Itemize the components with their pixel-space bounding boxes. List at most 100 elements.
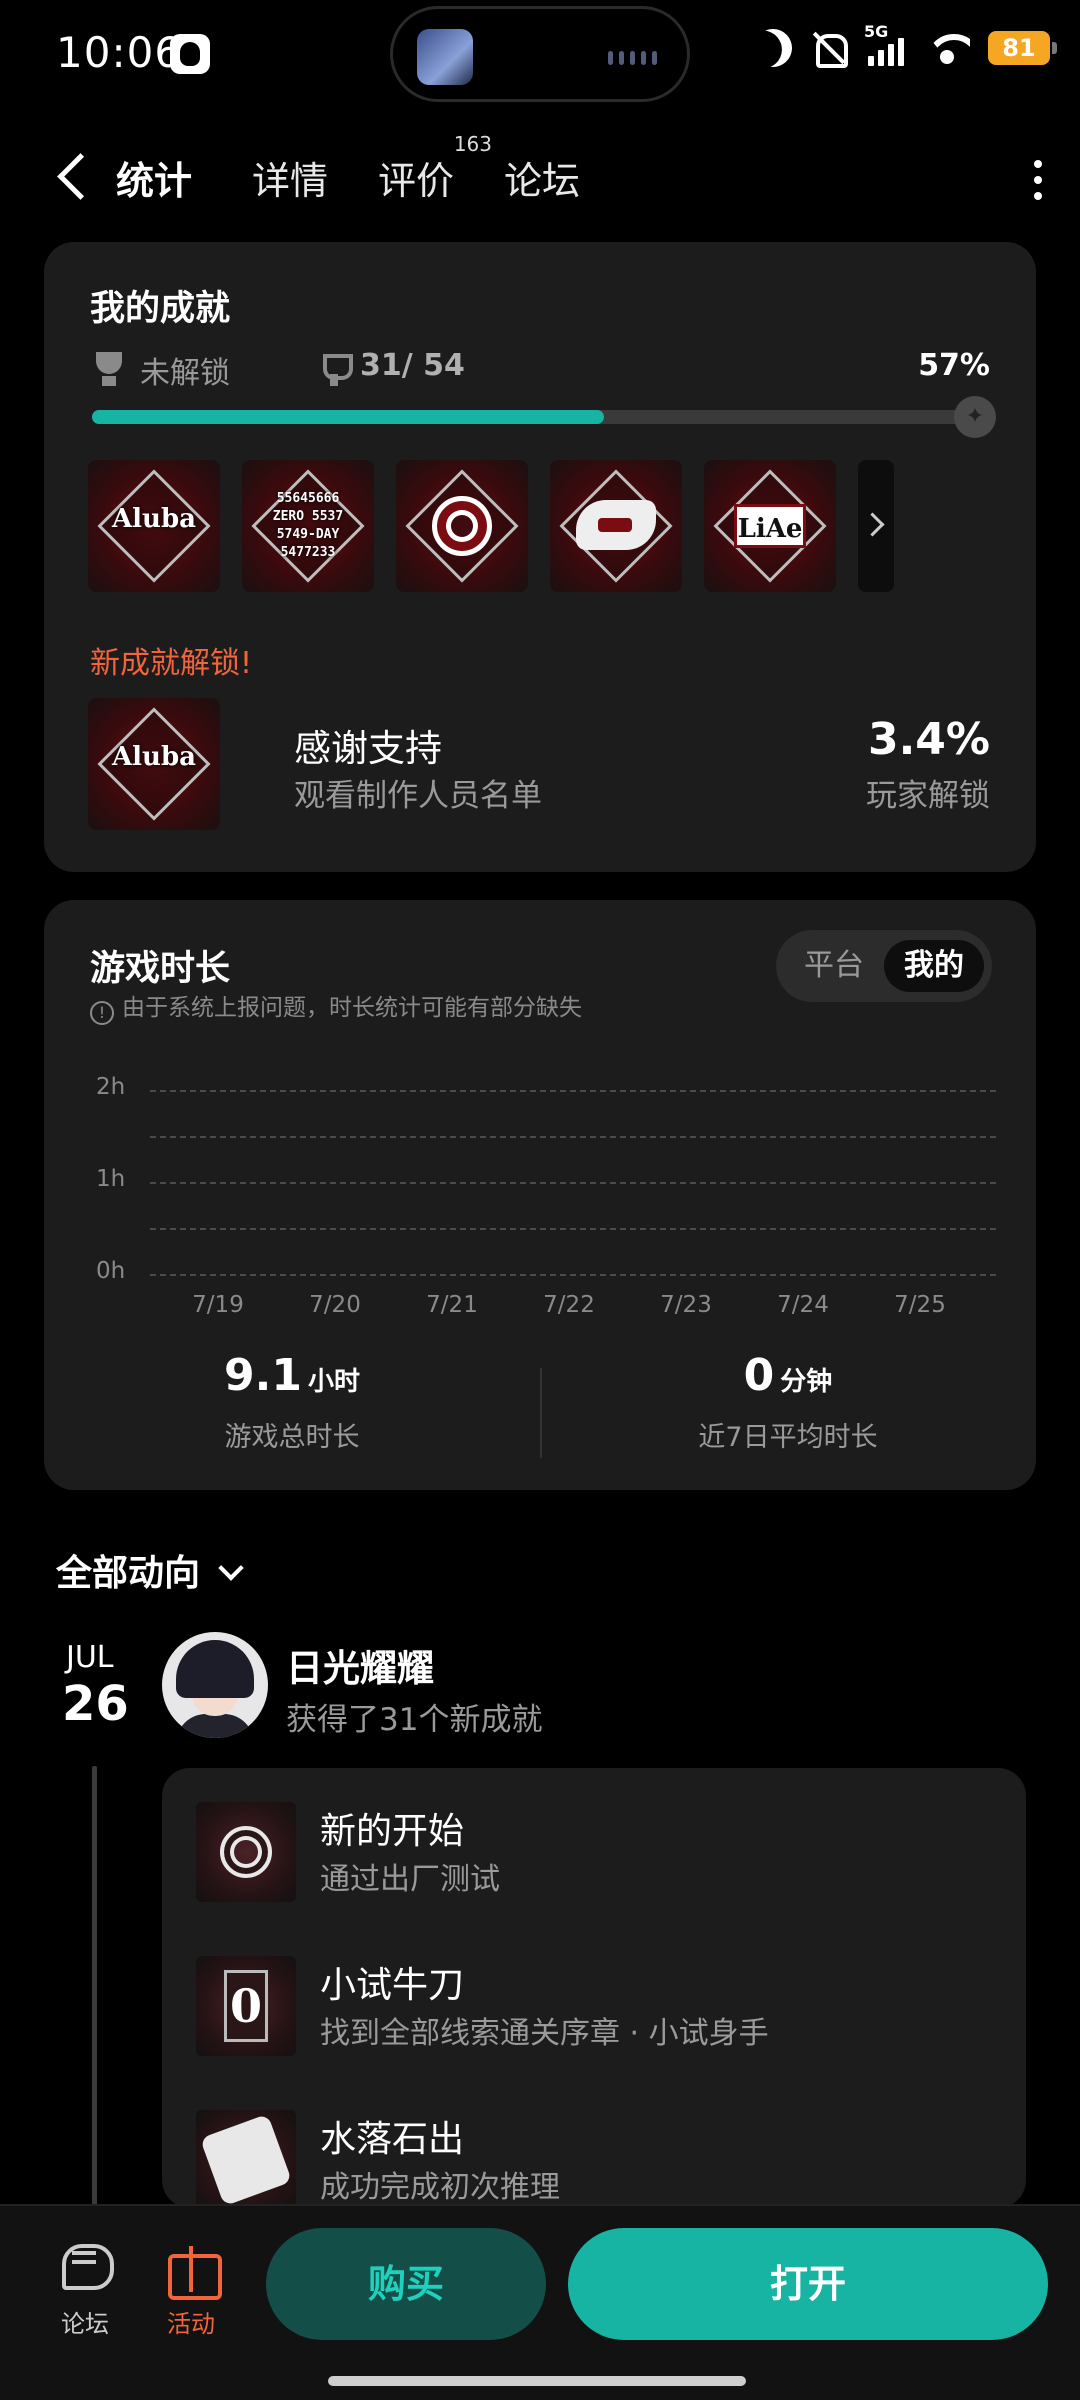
achievements-title: 我的成就 (90, 289, 231, 329)
zero-badge-icon: 0 (196, 1956, 296, 2056)
y-tick-label: 1h (96, 1166, 126, 1192)
tab-details[interactable]: 详情 (252, 150, 328, 205)
badge-text: Aluba (112, 504, 196, 534)
avatar[interactable] (162, 1632, 268, 1738)
achievements-card[interactable]: 我的成就 未解锁 31/ 54 57% ✦ Aluba 55645666 ZER… (44, 242, 1036, 872)
data-notice: ! 由于系统上报问题，时长统计可能有部分缺失 (90, 988, 582, 1025)
feed-username[interactable]: 日光耀耀 (286, 1638, 434, 1692)
grid-line (150, 1182, 996, 1184)
event-label: 活动 (167, 2310, 215, 2338)
tab-stats[interactable]: 统计 (113, 150, 231, 211)
badge-zero[interactable]: 55645666 ZERO 5537 5749-DAY 5477233 (242, 460, 374, 592)
sparkle-icon: ✦ (954, 396, 996, 438)
grid-line (150, 1274, 996, 1276)
total-value: 9.1 (224, 1350, 302, 1401)
new-unlock-label: 新成就解锁! (90, 646, 253, 681)
puzzle-badge-icon (196, 2110, 296, 2208)
feed-achievement-list[interactable]: 新的开始 通过出厂测试 0 小试牛刀 找到全部线索通关序章 · 小试身手 水落石… (162, 1768, 1026, 2208)
feed-month: JUL (66, 1640, 114, 1675)
achievement-count: 31/ 54 (360, 348, 465, 383)
recent-achievement[interactable]: Aluba 感谢支持 观看制作人员名单 3.4% 玩家解锁 (88, 698, 990, 830)
chevron-down-icon (218, 1555, 244, 1581)
media-thumbnail (417, 29, 473, 85)
item-desc: 成功完成初次推理 (320, 2170, 560, 2205)
top-navigation: 统计 详情 评价 163 论坛 (0, 130, 1080, 230)
gift-icon (162, 2240, 222, 2300)
tab-reviews[interactable]: 评价 163 (378, 132, 492, 205)
x-tick-label: 7/22 (543, 1292, 595, 1318)
feed-day: 26 (62, 1676, 129, 1732)
feed-action: 获得了31个新成就 (286, 1702, 543, 1738)
item-title: 水落石出 (320, 2119, 465, 2160)
buy-button[interactable]: 购买 (266, 2228, 546, 2340)
total-label: 游戏总时长 (224, 1422, 360, 1453)
segment-platform[interactable]: 平台 (784, 940, 884, 992)
status-bar: 10:06 5G 81 (0, 0, 1080, 110)
badge-target[interactable] (396, 460, 528, 592)
x-tick-label: 7/25 (894, 1292, 946, 1318)
battery-indicator: 81 (988, 31, 1057, 65)
achievement-summary: 未解锁 31/ 54 57% (90, 348, 990, 392)
chat-bubble-icon (56, 2240, 114, 2294)
trophy-icon (90, 352, 128, 390)
mute-bell-icon (810, 30, 848, 68)
grid-line (150, 1136, 996, 1138)
unlock-rate-label: 玩家解锁 (866, 778, 990, 814)
progress-fill (92, 410, 604, 424)
item-desc: 找到全部线索通关序章 · 小试身手 (320, 2016, 769, 2051)
qq-notification-icon (170, 34, 210, 74)
average-value: 0 (743, 1350, 775, 1401)
total-unit: 小时 (307, 1367, 360, 1397)
tab-forum[interactable]: 论坛 (504, 150, 580, 205)
item-desc: 通过出厂测试 (320, 1862, 500, 1897)
badge-hand[interactable] (550, 460, 682, 592)
event-button[interactable]: 活动 (146, 2240, 236, 2339)
item-title: 新的开始 (320, 1811, 465, 1852)
grid-line (150, 1090, 996, 1092)
home-indicator[interactable] (328, 2376, 746, 2386)
tab-label: 详情 (252, 159, 329, 203)
x-tick-label: 7/19 (192, 1292, 244, 1318)
total-playtime: 9.1 小时 游戏总时长 (44, 1350, 540, 1454)
cellular-signal-icon: 5G (864, 22, 908, 68)
tab-label: 评价 (378, 159, 455, 203)
list-item[interactable]: 新的开始 通过出厂测试 (196, 1802, 996, 1902)
badge-liae[interactable]: LiAe (704, 460, 836, 592)
achievement-percent: 57% (918, 348, 990, 383)
notice-text: 由于系统上报问题，时长统计可能有部分缺失 (122, 995, 582, 1021)
badge-text: LiAe (734, 504, 806, 548)
list-item[interactable]: 水落石出 成功完成初次推理 (196, 2110, 996, 2208)
segment-mine[interactable]: 我的 (884, 940, 984, 992)
bottom-action-bar: 论坛 活动 购买 打开 (0, 2204, 1080, 2400)
grid-line (150, 1228, 996, 1230)
playtime-card: 游戏时长 平台 我的 ! 由于系统上报问题，时长统计可能有部分缺失 2h 1h 0… (44, 900, 1036, 1490)
achievement-progress-bar: ✦ (92, 396, 996, 438)
tab-label: 论坛 (504, 159, 581, 203)
list-item[interactable]: 0 小试牛刀 找到全部线索通关序章 · 小试身手 (196, 1956, 996, 2056)
cup-icon (320, 354, 353, 388)
forum-button[interactable]: 论坛 (40, 2240, 130, 2339)
do-not-disturb-icon (749, 24, 798, 73)
item-title: 小试牛刀 (320, 1965, 465, 2006)
y-tick-label: 0h (96, 1258, 126, 1284)
wifi-icon (926, 30, 970, 66)
x-tick-label: 7/24 (777, 1292, 829, 1318)
review-count-badge: 163 (453, 132, 493, 156)
achievement-name: 感谢支持 (294, 727, 442, 770)
chevron-right-icon[interactable] (858, 460, 894, 592)
badge-aluba[interactable]: Aluba (88, 460, 220, 592)
badge-text: 55645666 ZERO 5537 5749-DAY 5477233 (272, 491, 344, 560)
timeline-line (92, 1766, 97, 2206)
unlock-rate: 3.4% (867, 714, 990, 765)
dynamic-island[interactable] (390, 6, 690, 102)
average-unit: 分钟 (780, 1367, 833, 1397)
back-arrow-icon[interactable] (50, 150, 90, 210)
open-button[interactable]: 打开 (568, 2228, 1048, 2340)
playtime-segment-control[interactable]: 平台 我的 (776, 930, 992, 1002)
more-options-icon[interactable] (1034, 160, 1044, 200)
audio-wave-icon (608, 51, 657, 65)
badge-strip[interactable]: Aluba 55645666 ZERO 5537 5749-DAY 547723… (88, 460, 894, 592)
x-tick-label: 7/20 (309, 1292, 361, 1318)
feed-filter-dropdown[interactable]: 全部动向 (56, 1544, 244, 1596)
y-tick-label: 2h (96, 1074, 126, 1100)
